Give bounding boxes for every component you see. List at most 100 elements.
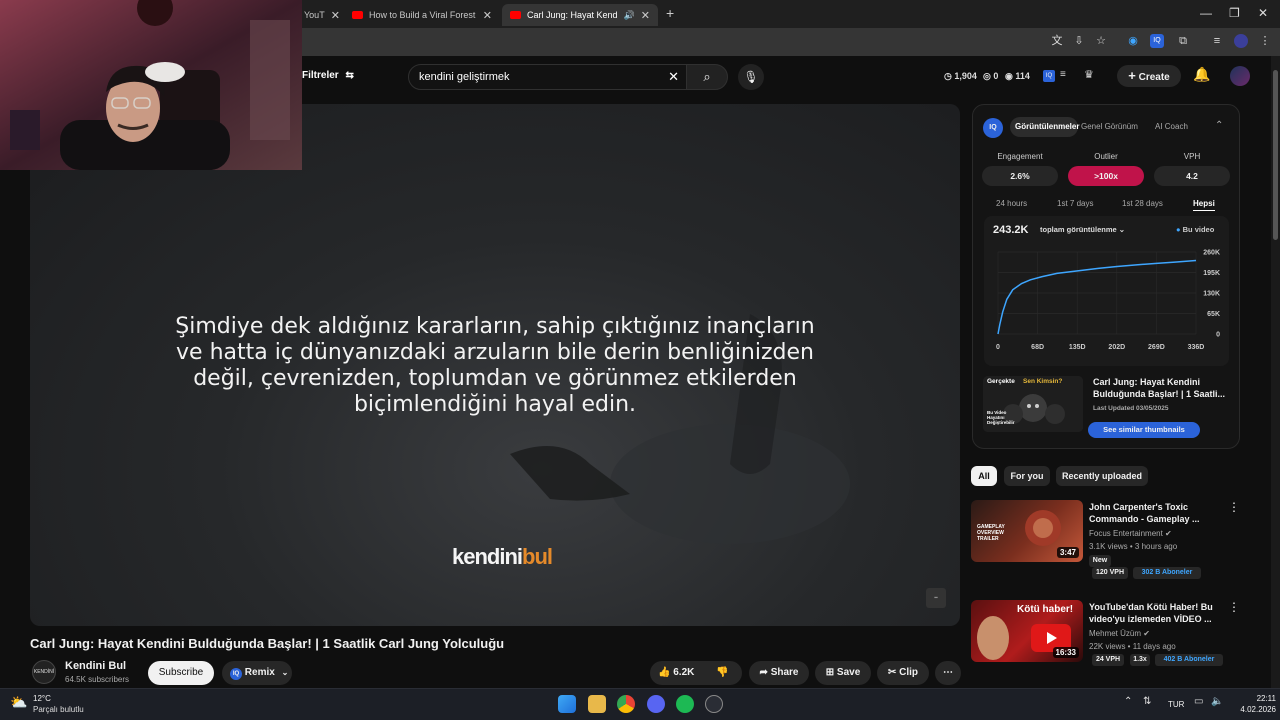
close-tab-icon[interactable]: ✕ (641, 9, 650, 22)
recommendation-title[interactable]: John Carpenter's Toxic Commando - Gamepl… (1089, 501, 1214, 525)
create-button[interactable]: + Create (1117, 65, 1181, 87)
weather-cloud-icon[interactable]: ⛅ (10, 694, 27, 711)
period-24h[interactable]: 24 hours (996, 199, 1027, 208)
video-subtitle: Şimdiye dek aldığınız kararların, sahip … (175, 314, 815, 417)
account-avatar[interactable] (1230, 66, 1250, 86)
channel-name: Mehmet Üzüm (1089, 629, 1142, 638)
bookmark-star-icon[interactable]: ☆ (1094, 34, 1108, 48)
chip-recently-uploaded[interactable]: Recently uploaded (1056, 466, 1148, 486)
tab-goruntulenmeler[interactable]: Görüntülenmeler (1015, 122, 1079, 131)
discord-icon[interactable] (647, 695, 665, 713)
browser-menu-icon[interactable]: ⋮ (1258, 34, 1272, 48)
dislike-button[interactable]: 👎 (716, 661, 728, 685)
spotify-icon[interactable] (676, 695, 694, 713)
video-player[interactable]: Şimdiye dek aldığınız kararların, sahip … (30, 104, 960, 626)
chip-all[interactable]: All (971, 466, 997, 486)
thumb-overlay-text: GAMEPLAY OVERVIEW TRAILER (977, 524, 1005, 542)
streamer-figure (0, 0, 302, 170)
y-tick-label: 195K (1203, 270, 1220, 277)
clear-search-icon[interactable]: ✕ (668, 65, 679, 89)
close-tab-icon[interactable]: ✕ (331, 9, 340, 22)
file-explorer-icon[interactable] (588, 695, 606, 713)
extensions-puzzle-icon[interactable]: ⧉ (1176, 34, 1190, 48)
like-count: 6.2K (673, 667, 695, 678)
period-28d[interactable]: 1st 28 days (1122, 199, 1163, 208)
clock-date[interactable]: 4.02.2026 (1226, 705, 1276, 714)
close-tab-icon[interactable]: ✕ (483, 9, 492, 22)
search-button[interactable]: ⌕ (686, 64, 728, 90)
thumb-overlay-text: Kötü haber! (1017, 604, 1074, 615)
recommendation-thumbnail[interactable]: GAMEPLAY OVERVIEW TRAILER 3:47 (971, 500, 1083, 562)
save-button[interactable]: ⊞ Save (815, 661, 871, 685)
channel-name[interactable]: Kendini Bul (65, 660, 126, 672)
install-app-icon[interactable]: ⇩ (1072, 34, 1086, 48)
tray-chevron-icon[interactable]: ⌃ (1124, 696, 1132, 707)
close-window-icon[interactable]: ✕ (1258, 6, 1268, 20)
chip-for-you[interactable]: For you (1004, 466, 1050, 486)
chrome-icon[interactable] (617, 695, 635, 713)
collapse-chevron-icon[interactable]: ⌃ (1215, 120, 1223, 131)
notifications-bell-icon[interactable]: 🔔 (1193, 66, 1210, 83)
tab-viral-forest[interactable]: How to Build a Viral Forest Surv ✕ (344, 4, 500, 26)
tab-genel-gorunum[interactable]: Genel Görünüm (1081, 122, 1138, 131)
tab-carl-jung[interactable]: Carl Jung: Hayat Kendini Bul 🔊 ✕ (502, 4, 658, 26)
share-button[interactable]: ➦ Share (749, 661, 809, 685)
subscribe-button[interactable]: Subscribe (148, 661, 214, 685)
subscribers-badge: 302 B Aboneler (1133, 567, 1201, 579)
watch-time-stat: ◷ 1,904 (944, 71, 977, 81)
display-icon[interactable]: ▭ (1194, 696, 1203, 707)
search-input[interactable]: kendini geliştirmek ✕ (408, 64, 688, 90)
reading-list-icon[interactable]: ≡ (1210, 34, 1224, 48)
share-icon: ➦ (759, 667, 768, 678)
remix-button[interactable]: IQ Remix ⌄ (222, 661, 292, 685)
extension-audio-icon[interactable]: ◉ (1126, 34, 1140, 48)
period-all[interactable]: Hepsi (1193, 199, 1215, 211)
channel-watermark-logo: kendinibul (452, 544, 553, 570)
translate-icon[interactable]: 文 (1050, 34, 1064, 48)
save-label: Save (836, 667, 861, 678)
more-vertical-icon[interactable]: ⋮ (1228, 500, 1240, 514)
tab-ai-coach[interactable]: AI Coach (1155, 122, 1188, 131)
profile-avatar[interactable] (1234, 34, 1248, 48)
scrollbar-thumb[interactable] (1273, 70, 1278, 240)
search-icon: ⌕ (703, 69, 711, 84)
audio-playing-icon[interactable]: 🔊 (624, 10, 635, 21)
like-button[interactable]: 👍 6.2K (658, 661, 694, 685)
x-tick-label: 68D (1031, 344, 1044, 351)
related-video-thumbnail[interactable]: Gerçekte Sen Kimsin? Bu Video Hayatını D… (983, 376, 1083, 432)
vph-label: VPH (1183, 152, 1201, 161)
more-actions-button[interactable]: ⋯ (935, 661, 961, 685)
chevron-down-icon: ⌄ (281, 668, 289, 677)
views-stat: ◉ 114 (1005, 71, 1030, 81)
tab-youtube[interactable]: YouT ✕ (296, 4, 342, 26)
voice-search-button[interactable]: 🎙 (738, 64, 764, 90)
trophy-icon[interactable]: ♛ (1084, 68, 1094, 81)
microphone-icon: 🎙 (743, 70, 759, 84)
channel-avatar[interactable]: KENDİNİ (32, 660, 56, 684)
see-similar-thumbnails-button[interactable]: See similar thumbnails (1088, 422, 1200, 438)
recommendation-channel[interactable]: Mehmet Üzüm ✔ (1089, 629, 1150, 638)
recommendation-channel[interactable]: Focus Entertainment ✔ (1089, 529, 1172, 538)
filters-button[interactable]: Filtreler ⇆ (302, 70, 354, 81)
volume-icon[interactable]: 🔈 (1211, 696, 1223, 707)
related-video-title[interactable]: Carl Jung: Hayat Kendini Bulduğunda Başl… (1093, 376, 1231, 400)
maximize-icon[interactable]: ❐ (1229, 6, 1240, 20)
x-tick-label: 336D (1188, 344, 1205, 351)
vidiq-list-icon[interactable]: ≡ (1060, 69, 1066, 80)
start-menu-icon[interactable] (558, 695, 576, 713)
vidiq-icon[interactable]: IQ (1043, 70, 1055, 82)
network-icon[interactable]: ⇅ (1143, 696, 1151, 707)
more-vertical-icon[interactable]: ⋮ (1228, 600, 1240, 614)
branding-watermark-icon[interactable]: ▪▪ (926, 588, 946, 608)
recommendation-thumbnail[interactable]: Kötü haber! 16:33 (971, 600, 1083, 662)
language-indicator[interactable]: TUR (1168, 700, 1184, 709)
vidiq-extension-icon[interactable]: IQ (1150, 34, 1164, 48)
clock-time[interactable]: 22:11 (1236, 694, 1276, 703)
clip-button[interactable]: ✂ Clip (877, 661, 929, 685)
new-tab-button[interactable]: + (666, 5, 674, 21)
period-7d[interactable]: 1st 7 days (1057, 199, 1093, 208)
obs-icon[interactable] (705, 695, 723, 713)
save-icon: ⊞ (825, 667, 835, 678)
minimize-icon[interactable]: — (1200, 6, 1212, 20)
recommendation-title[interactable]: YouTube'dan Kötü Haber! Bu video'yu izle… (1089, 601, 1214, 625)
